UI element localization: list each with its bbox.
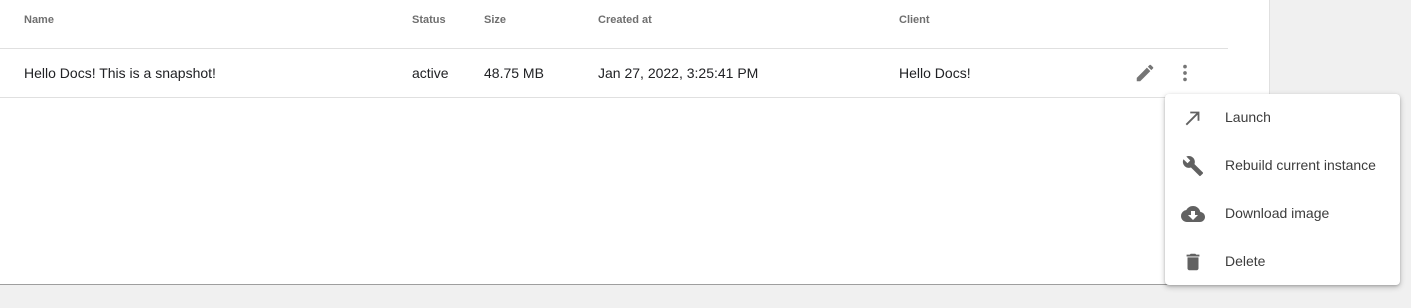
wrench-icon <box>1181 154 1205 178</box>
cloud-download-icon <box>1181 202 1205 226</box>
menu-item-label: Rebuild current instance <box>1225 157 1376 173</box>
menu-item-delete[interactable]: Delete <box>1165 238 1400 286</box>
menu-item-label: Launch <box>1225 109 1271 125</box>
menu-item-rebuild[interactable]: Rebuild current instance <box>1165 142 1400 190</box>
menu-item-download-image[interactable]: Download image <box>1165 190 1400 238</box>
more-actions-button[interactable] <box>1173 61 1197 85</box>
column-header-size[interactable]: Size <box>484 14 506 26</box>
menu-item-label: Download image <box>1225 205 1330 221</box>
table-row[interactable]: Hello Docs! This is a snapshot! active 4… <box>0 49 1228 98</box>
menu-item-launch[interactable]: Launch <box>1165 94 1400 142</box>
snapshot-created-at: Jan 27, 2022, 3:25:41 PM <box>598 65 759 81</box>
snapshot-client: Hello Docs! <box>899 65 971 81</box>
more-vert-icon <box>1183 64 1187 82</box>
menu-item-label: Delete <box>1225 253 1266 269</box>
table-header: Name Status Size Created at Client <box>0 0 1228 49</box>
snapshot-name: Hello Docs! This is a snapshot! <box>24 65 216 81</box>
trash-icon <box>1181 250 1205 274</box>
arrow-up-right-icon <box>1181 106 1205 130</box>
column-header-status[interactable]: Status <box>412 14 446 26</box>
snapshot-status: active <box>412 65 449 81</box>
snapshots-panel: Name Status Size Created at Client Hello… <box>0 0 1270 285</box>
column-header-name[interactable]: Name <box>24 14 54 26</box>
pencil-icon <box>1136 64 1154 82</box>
row-actions-menu: Launch Rebuild current instance Download… <box>1165 94 1400 285</box>
column-header-client[interactable]: Client <box>899 14 930 26</box>
edit-button[interactable] <box>1133 61 1157 85</box>
snapshot-size: 48.75 MB <box>484 65 544 81</box>
column-header-created-at[interactable]: Created at <box>598 14 652 26</box>
